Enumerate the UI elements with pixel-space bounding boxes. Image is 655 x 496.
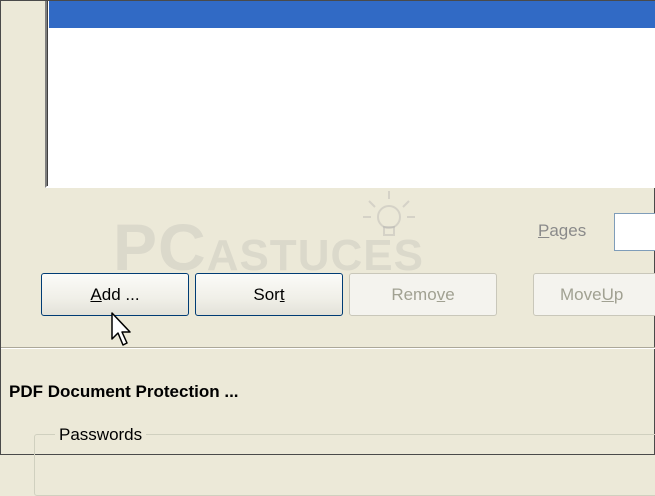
move-up-button-label-mnemonic: U — [601, 284, 614, 304]
remove-button-label-mnemonic: v — [436, 284, 446, 304]
remove-button-label-post: e — [445, 284, 455, 304]
add-button[interactable]: Add ... — [41, 273, 189, 316]
section-divider — [1, 347, 655, 349]
pages-label: Pages — [538, 221, 586, 241]
pages-input[interactable] — [614, 213, 655, 251]
remove-button-label-pre: Remo — [391, 284, 437, 304]
sort-button[interactable]: Sor t — [195, 273, 343, 316]
file-list[interactable] — [45, 1, 655, 188]
sort-button-label-mnemonic: t — [279, 284, 285, 304]
pages-label-rest: ages — [549, 221, 587, 240]
move-up-button[interactable]: Move Up — [533, 273, 655, 316]
move-up-button-label-post: p — [613, 284, 624, 304]
move-up-button-label-pre: Move — [560, 284, 602, 304]
add-button-label-post: dd ... — [101, 284, 140, 304]
selected-list-row[interactable] — [49, 1, 655, 28]
passwords-group-label: Passwords — [55, 425, 147, 445]
dialog-panel: PCASTUCES Pages Add ... Sor t Remo v e Move… — [0, 0, 655, 496]
sort-button-label-pre: Sor — [253, 284, 280, 304]
add-button-label-mnemonic: A — [90, 284, 102, 304]
lightbulb-watermark-icon — [363, 191, 415, 236]
pages-label-mnemonic: P — [538, 221, 550, 240]
remove-button[interactable]: Remo v e — [349, 273, 497, 316]
arrow-cursor-icon — [111, 312, 131, 346]
pdf-protection-title: PDF Document Protection ... — [9, 382, 239, 401]
